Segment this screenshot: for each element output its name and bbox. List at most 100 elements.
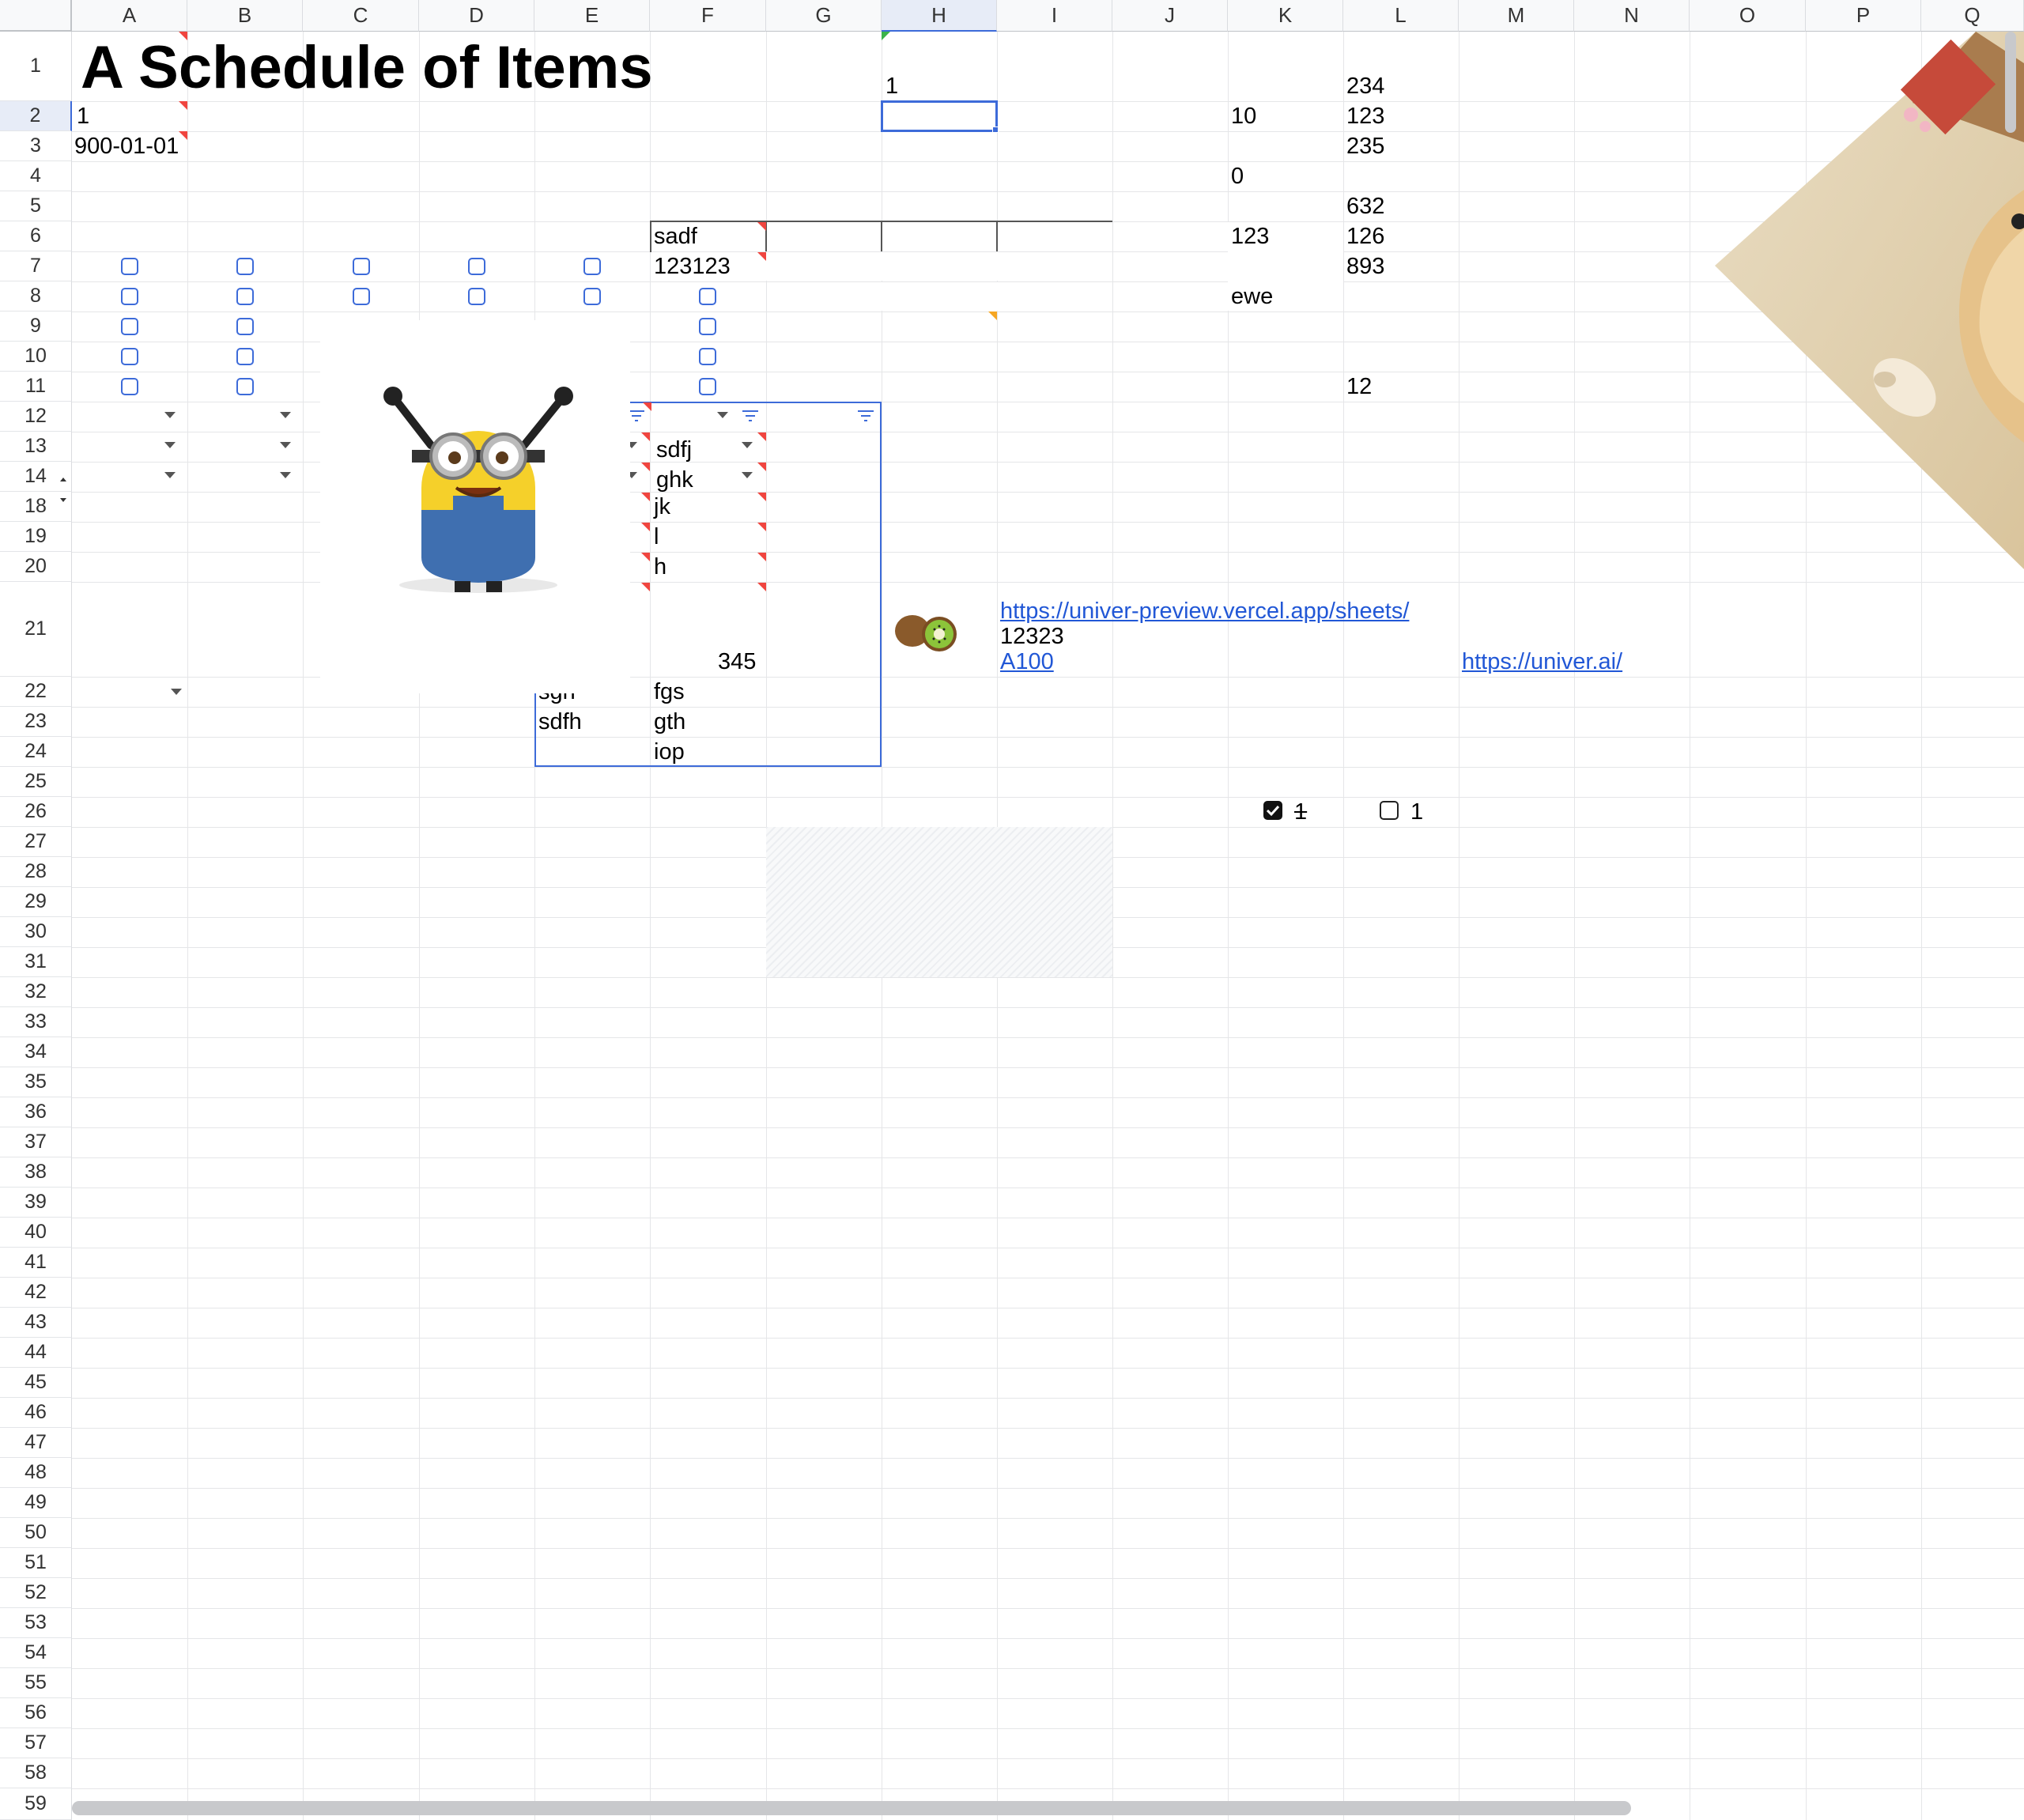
row-header-41[interactable]: 41	[0, 1248, 72, 1278]
column-header-i[interactable]: I	[997, 0, 1112, 32]
comment-marker[interactable]	[641, 523, 650, 531]
comment-marker[interactable]	[641, 553, 650, 561]
row-header-31[interactable]: 31	[0, 947, 72, 977]
row-header-52[interactable]: 52	[0, 1578, 72, 1608]
row-header-14[interactable]: 14	[0, 462, 72, 492]
comment-marker[interactable]	[757, 493, 766, 501]
row-header-10[interactable]: 10	[0, 342, 72, 372]
row-header-34[interactable]: 34	[0, 1037, 72, 1067]
cell-f7[interactable]: 123123	[654, 252, 731, 281]
column-header-g[interactable]: G	[766, 0, 882, 32]
dropdown-arrow-b14[interactable]	[280, 472, 291, 478]
filter-icon-f[interactable]	[742, 410, 759, 424]
checkbox-a8[interactable]	[121, 288, 138, 305]
row-header-23[interactable]: 23	[0, 707, 72, 737]
row-header-6[interactable]: 6	[0, 221, 72, 251]
row-header-8[interactable]: 8	[0, 281, 72, 312]
row-header-32[interactable]: 32	[0, 977, 72, 1007]
cell-k6[interactable]: 123	[1231, 222, 1269, 251]
fill-handle[interactable]	[992, 126, 999, 133]
cell-f19[interactable]: l	[654, 523, 659, 551]
column-header-n[interactable]: N	[1574, 0, 1690, 32]
cell-i21-line2[interactable]: 12323	[1000, 622, 1064, 651]
comment-marker[interactable]	[643, 402, 651, 411]
link-univer-ai[interactable]: https://univer.ai/	[1462, 648, 1622, 676]
dropdown-arrow-a14[interactable]	[164, 472, 176, 478]
comment-marker[interactable]	[757, 553, 766, 561]
column-header-c[interactable]: C	[303, 0, 419, 32]
row-header-54[interactable]: 54	[0, 1638, 72, 1668]
checkbox-a10[interactable]	[121, 348, 138, 365]
dropdown-arrow-f12[interactable]	[717, 412, 728, 418]
cell-l7[interactable]: 893	[1346, 252, 1384, 281]
checkbox-d8[interactable]	[468, 288, 485, 305]
comment-marker[interactable]	[757, 583, 766, 591]
cell-a3[interactable]: 900-01-01	[74, 132, 179, 160]
link-a100[interactable]: A100	[1000, 648, 1054, 676]
comment-marker[interactable]	[757, 463, 766, 471]
row-header-24[interactable]: 24	[0, 737, 72, 767]
checkbox-f10[interactable]	[699, 348, 716, 365]
checkbox-a7[interactable]	[121, 258, 138, 275]
row-header-11[interactable]: 11	[0, 372, 72, 402]
column-header-q[interactable]: Q	[1921, 0, 2024, 32]
cell-f20[interactable]: h	[654, 553, 666, 581]
row-header-2[interactable]: 2	[0, 101, 72, 131]
hidden-rows-up-indicator[interactable]	[60, 478, 66, 481]
cell-f24[interactable]: iop	[654, 738, 685, 766]
select-all-corner[interactable]	[0, 0, 72, 32]
row-header-43[interactable]: 43	[0, 1308, 72, 1338]
comment-marker[interactable]	[757, 523, 766, 531]
cell-h1[interactable]: 1	[886, 72, 898, 100]
checkbox-f8[interactable]	[699, 288, 716, 305]
row-header-4[interactable]: 4	[0, 161, 72, 191]
checkbox-e8[interactable]	[583, 288, 601, 305]
row-header-30[interactable]: 30	[0, 917, 72, 947]
dropdown-arrow-f14[interactable]	[742, 472, 753, 478]
sheet-title[interactable]: A Schedule of Items	[81, 32, 653, 101]
cell-l3[interactable]: 235	[1346, 132, 1384, 160]
row-header-5[interactable]: 5	[0, 191, 72, 221]
column-header-j[interactable]: J	[1112, 0, 1228, 32]
checkbox-k26-checked[interactable]	[1263, 801, 1282, 820]
filter-icon-e[interactable]	[628, 410, 645, 424]
row-header-12[interactable]: 12	[0, 402, 72, 432]
row-header-37[interactable]: 37	[0, 1127, 72, 1157]
comment-marker[interactable]	[757, 252, 766, 261]
row-header-38[interactable]: 38	[0, 1157, 72, 1188]
row-header-51[interactable]: 51	[0, 1548, 72, 1578]
hidden-rows-down-indicator[interactable]	[60, 498, 66, 502]
selected-cell-h2[interactable]	[881, 100, 998, 132]
cell-k8[interactable]: ewe	[1231, 282, 1273, 311]
column-header-b[interactable]: B	[187, 0, 303, 32]
checkbox-e7[interactable]	[583, 258, 601, 275]
row-header-39[interactable]: 39	[0, 1188, 72, 1218]
checkbox-c7[interactable]	[353, 258, 370, 275]
cell-f21[interactable]: 345	[718, 648, 756, 676]
cell-l5[interactable]: 632	[1346, 192, 1384, 221]
row-header-20[interactable]: 20	[0, 552, 72, 582]
row-header-28[interactable]: 28	[0, 857, 72, 887]
row-header-13[interactable]: 13	[0, 432, 72, 462]
row-header-36[interactable]: 36	[0, 1097, 72, 1127]
row-header-44[interactable]: 44	[0, 1338, 72, 1368]
cell-l11[interactable]: 12	[1346, 372, 1372, 401]
row-header-59[interactable]: 59	[0, 1788, 72, 1820]
checkbox-b9[interactable]	[236, 318, 254, 335]
comment-marker-orange[interactable]	[988, 312, 997, 320]
column-header-d[interactable]: D	[419, 0, 534, 32]
column-header-p[interactable]: P	[1806, 0, 1921, 32]
checkbox-f11[interactable]	[699, 378, 716, 395]
row-header-19[interactable]: 19	[0, 522, 72, 552]
comment-marker[interactable]	[641, 583, 650, 591]
row-header-3[interactable]: 3	[0, 131, 72, 161]
row-header-22[interactable]: 22	[0, 677, 72, 707]
row-header-53[interactable]: 53	[0, 1608, 72, 1638]
column-header-k[interactable]: K	[1228, 0, 1343, 32]
filter-icon-g[interactable]	[857, 410, 874, 424]
dropdown-arrow-a13[interactable]	[164, 442, 176, 448]
column-header-f[interactable]: F	[650, 0, 766, 32]
dropdown-arrow-f13[interactable]	[742, 442, 753, 448]
cell-a2[interactable]: 1	[77, 102, 89, 130]
cell-f23[interactable]: gth	[654, 708, 685, 736]
